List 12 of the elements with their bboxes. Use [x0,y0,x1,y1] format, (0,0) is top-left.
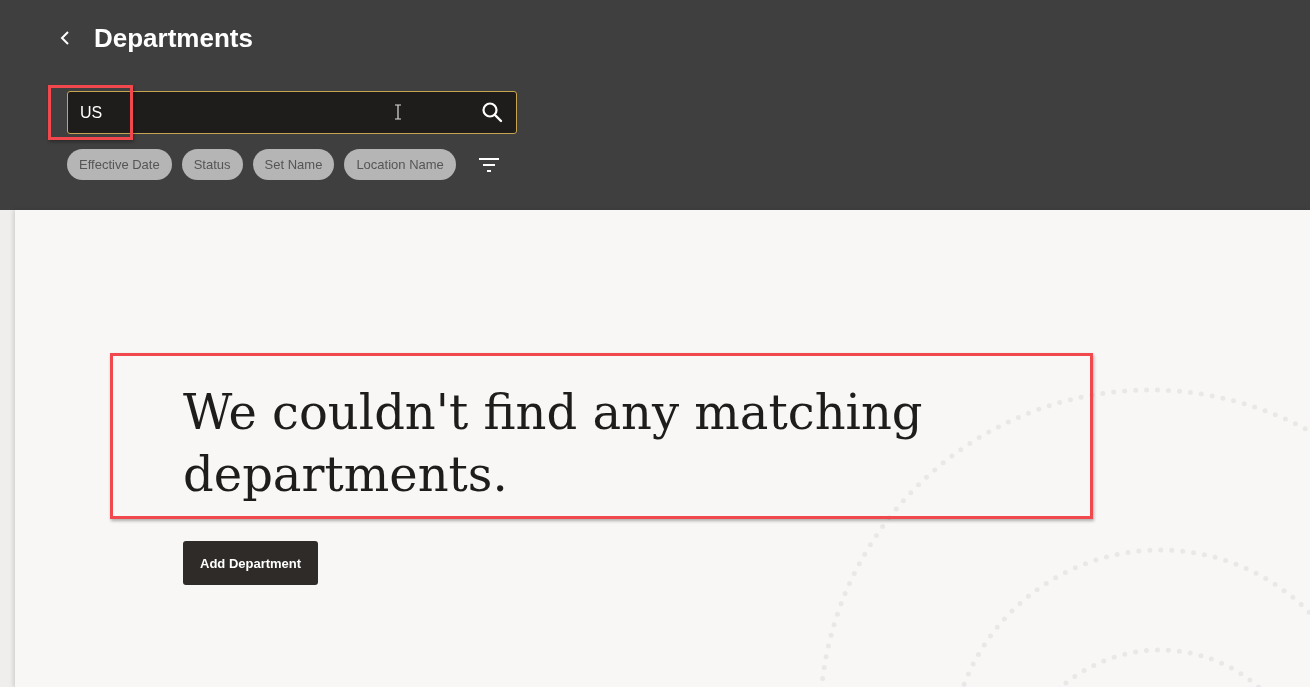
filter-chip[interactable]: Location Name [344,149,456,180]
filter-chip[interactable]: Effective Date [67,149,172,180]
empty-state-message: We couldn't find any matching departments. [183,383,924,504]
search-icon[interactable] [481,101,503,123]
page-title: Departments [94,22,253,54]
filter-chip[interactable]: Set Name [252,149,335,180]
search-field[interactable]: US [67,91,517,134]
filter-chip[interactable]: Status [181,149,243,180]
filter-icon[interactable] [477,156,500,173]
add-department-button[interactable]: Add Department [183,541,319,585]
text-cursor-icon [394,104,402,120]
chevron-left-icon [60,30,70,46]
